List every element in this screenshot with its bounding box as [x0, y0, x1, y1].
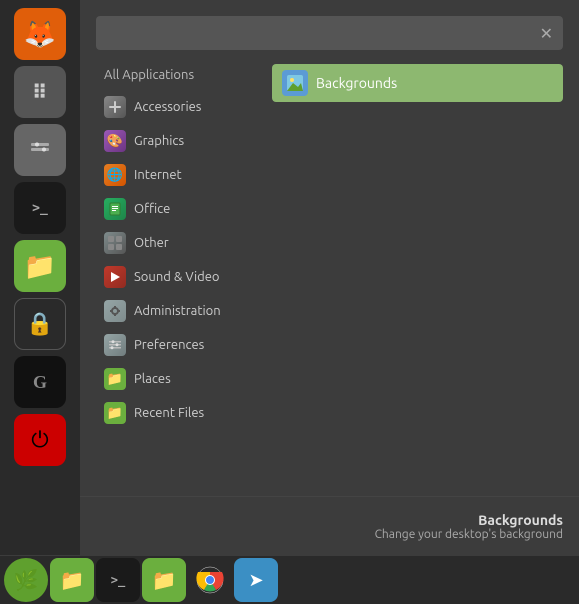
category-item-graphics[interactable]: 🎨 Graphics — [96, 124, 266, 158]
recent-files-label: Recent Files — [134, 406, 204, 420]
taskbar-icon-terminal[interactable]: >_ — [96, 558, 140, 602]
recent-files-icon: 📁 — [104, 402, 126, 424]
category-item-internet[interactable]: 🌐 Internet — [96, 158, 266, 192]
search-clear-button[interactable]: ✕ — [540, 24, 553, 43]
search-input[interactable]: Backgrounds — [106, 25, 540, 41]
sidebar-icon-lock[interactable]: 🔒 — [14, 298, 66, 350]
taskbar-icon-start[interactable]: 🌿 — [4, 558, 48, 602]
sidebar-icon-terminal[interactable]: >_ — [14, 182, 66, 234]
status-description: Change your desktop's background — [375, 528, 563, 541]
preferences-icon — [104, 334, 126, 356]
category-item-places[interactable]: 📁 Places — [96, 362, 266, 396]
graphics-label: Graphics — [134, 134, 184, 148]
internet-icon: 🌐 — [104, 164, 126, 186]
main-area: Backgrounds ✕ All Applications Accessori… — [80, 0, 579, 556]
category-item-recent-files[interactable]: 📁 Recent Files — [96, 396, 266, 430]
sidebar: 🦊 ⠿ >_ 📁 🔒 G ⏻ — [0, 0, 80, 555]
sound-video-label: Sound & Video — [134, 270, 220, 284]
office-icon — [104, 198, 126, 220]
graphics-icon: 🎨 — [104, 130, 126, 152]
categories-panel: All Applications Accessories 🎨 Graphics … — [96, 64, 266, 488]
sidebar-icon-apps[interactable]: ⠿ — [14, 66, 66, 118]
accessories-label: Accessories — [134, 100, 201, 114]
administration-label: Administration — [134, 304, 221, 318]
category-item-preferences[interactable]: Preferences — [96, 328, 266, 362]
backgrounds-app-label: Backgrounds — [316, 75, 397, 91]
other-label: Other — [134, 236, 169, 250]
taskbar-icon-chrome[interactable] — [188, 558, 232, 602]
administration-icon — [104, 300, 126, 322]
internet-label: Internet — [134, 168, 182, 182]
places-icon: 📁 — [104, 368, 126, 390]
content-area: All Applications Accessories 🎨 Graphics … — [96, 64, 563, 488]
category-item-administration[interactable]: Administration — [96, 294, 266, 328]
category-item-accessories[interactable]: Accessories — [96, 90, 266, 124]
taskbar-icon-arrow[interactable]: ➤ — [234, 558, 278, 602]
taskbar: 🌿 📁 >_ 📁 ➤ — [0, 556, 579, 604]
sidebar-icon-folder[interactable]: 📁 — [14, 240, 66, 292]
category-item-sound-video[interactable]: Sound & Video — [96, 260, 266, 294]
sidebar-icon-firefox[interactable]: 🦊 — [14, 8, 66, 60]
taskbar-icon-folder[interactable]: 📁 — [50, 558, 94, 602]
accessories-icon — [104, 96, 126, 118]
sidebar-icon-ui[interactable] — [14, 124, 66, 176]
places-label: Places — [134, 372, 171, 386]
result-item-backgrounds[interactable]: Backgrounds — [272, 64, 563, 102]
categories-header: All Applications — [96, 64, 266, 90]
status-area: Backgrounds Change your desktop's backgr… — [80, 496, 579, 556]
status-title: Backgrounds — [478, 512, 563, 528]
sound-video-icon — [104, 266, 126, 288]
search-bar: Backgrounds ✕ — [96, 16, 563, 50]
category-item-office[interactable]: Office — [96, 192, 266, 226]
taskbar-icon-files[interactable]: 📁 — [142, 558, 186, 602]
sidebar-icon-grub[interactable]: G — [14, 356, 66, 408]
office-label: Office — [134, 202, 170, 216]
results-panel: Backgrounds — [266, 64, 563, 488]
preferences-label: Preferences — [134, 338, 204, 352]
other-icon — [104, 232, 126, 254]
backgrounds-app-icon — [282, 70, 308, 96]
category-item-other[interactable]: Other — [96, 226, 266, 260]
sidebar-icon-power[interactable]: ⏻ — [14, 414, 66, 466]
